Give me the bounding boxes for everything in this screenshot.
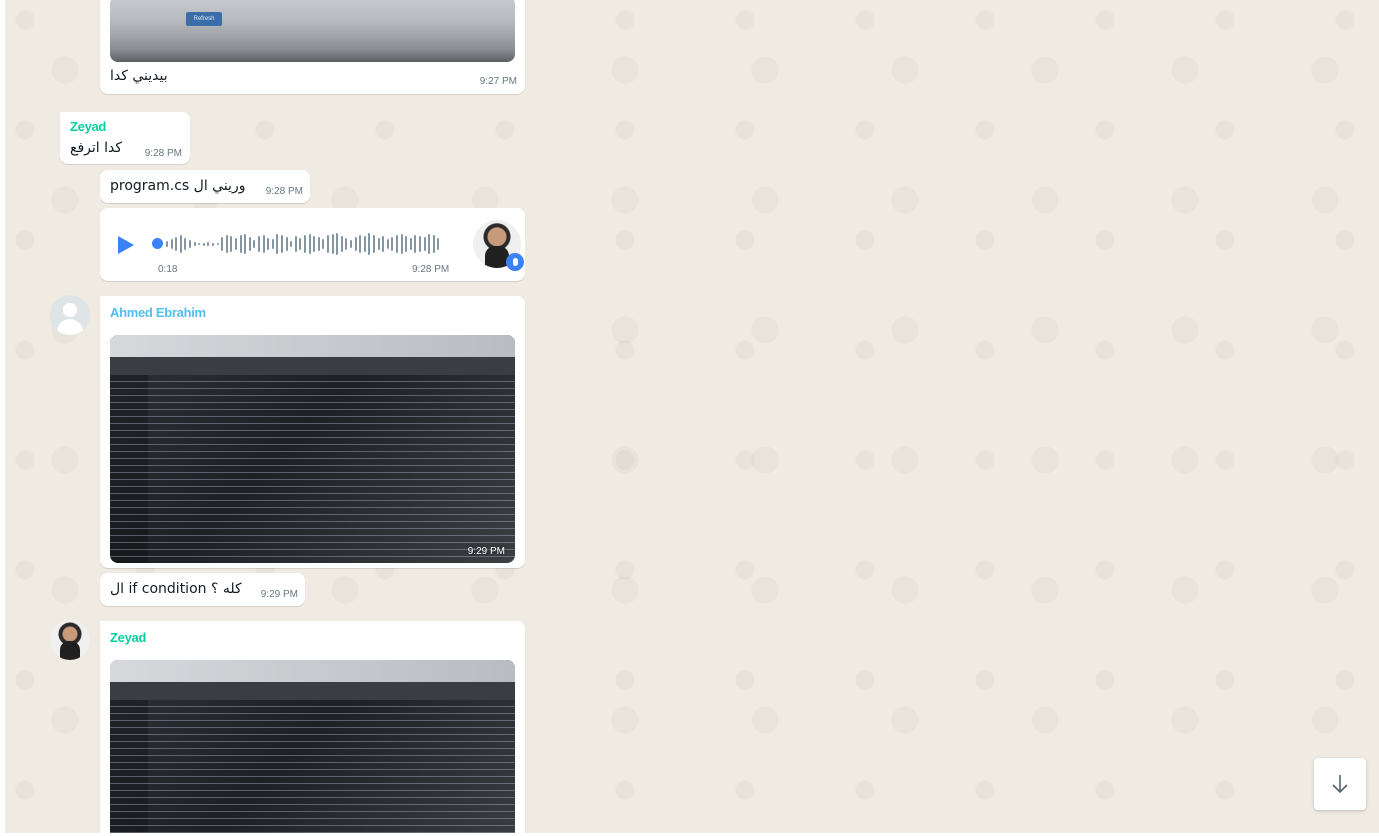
sender-name[interactable]: Zeyad bbox=[110, 630, 146, 645]
waveform-bar bbox=[405, 236, 408, 252]
waveform-bar bbox=[221, 237, 224, 251]
voice-progress-dot[interactable] bbox=[152, 238, 163, 249]
waveform-bar bbox=[386, 239, 389, 249]
waveform-bar bbox=[239, 235, 242, 253]
waveform-bar bbox=[336, 233, 339, 255]
waveform-bar bbox=[368, 233, 371, 255]
refresh-button-in-image: Refresh bbox=[186, 12, 222, 26]
message-bubble-text[interactable]: كله ؟ if condition ال 9:29 PM bbox=[100, 573, 305, 606]
message-time: 9:28 PM bbox=[144, 148, 182, 159]
waveform-bar bbox=[230, 236, 233, 252]
message-bubble-text[interactable]: Zeyad كدا اترفع 9:28 PM bbox=[60, 112, 190, 164]
waveform-bar bbox=[253, 240, 256, 248]
sender-name[interactable]: Zeyad bbox=[70, 119, 106, 134]
waveform-bar bbox=[212, 242, 214, 246]
waveform-bar bbox=[428, 234, 431, 254]
mic-icon bbox=[506, 253, 524, 271]
waveform-bar bbox=[189, 240, 191, 248]
message-bubble-image[interactable]: Ahmed Ebrahim 9:29 PM bbox=[100, 296, 525, 568]
sender-avatar[interactable] bbox=[50, 620, 90, 660]
waveform-bar bbox=[225, 235, 228, 253]
waveform-bar bbox=[198, 243, 201, 245]
waveform-bar bbox=[377, 238, 380, 250]
waveform-bar bbox=[202, 242, 205, 246]
waveform-bar bbox=[207, 242, 210, 246]
waveform-bar bbox=[166, 241, 168, 247]
waveform-bar bbox=[258, 236, 260, 252]
scroll-to-bottom-button[interactable] bbox=[1314, 758, 1366, 810]
message-image[interactable]: 9:29 PM bbox=[110, 335, 515, 563]
waveform-bar bbox=[400, 234, 403, 254]
message-time: 9:27 PM bbox=[479, 76, 517, 87]
message-text: بيديني كدا bbox=[110, 68, 168, 84]
waveform-bar bbox=[216, 243, 219, 245]
waveform-bar bbox=[354, 237, 357, 251]
waveform-bar bbox=[184, 238, 187, 250]
waveform-bar bbox=[382, 236, 385, 252]
waveform-bar bbox=[235, 238, 237, 250]
waveform-bar bbox=[262, 235, 265, 253]
waveform-bar bbox=[345, 238, 348, 250]
waveform-bar bbox=[267, 238, 270, 250]
message-time: 9:29 PM bbox=[467, 546, 505, 557]
waveform-bar bbox=[363, 236, 366, 252]
waveform-bar bbox=[437, 238, 440, 250]
waveform-bar bbox=[317, 237, 320, 251]
waveform-bar bbox=[271, 239, 274, 249]
message-time: 9:29 PM bbox=[260, 589, 298, 600]
message-text: كله ؟ if condition ال bbox=[110, 581, 242, 597]
waveform-bar bbox=[373, 235, 375, 253]
waveform-bar bbox=[248, 237, 251, 251]
waveform-bar bbox=[414, 235, 417, 253]
arrow-down-icon bbox=[1332, 775, 1348, 794]
waveform-bar bbox=[409, 238, 412, 250]
play-icon[interactable] bbox=[118, 236, 134, 254]
waveform-bar bbox=[276, 234, 279, 254]
default-avatar-icon[interactable] bbox=[50, 295, 90, 335]
waveform-bar bbox=[244, 234, 247, 254]
chat-panel[interactable]: Refresh بيديني كدا 9:27 PM Zeyad كدا اتر… bbox=[5, 0, 1379, 833]
waveform-bar bbox=[423, 237, 426, 251]
waveform-bar bbox=[175, 237, 178, 251]
voice-duration: 0:18 bbox=[158, 264, 178, 275]
message-image[interactable] bbox=[110, 660, 515, 833]
waveform-bar bbox=[285, 237, 288, 251]
waveform-bar bbox=[290, 241, 293, 247]
message-time: 9:28 PM bbox=[265, 186, 303, 197]
waveform-bar bbox=[304, 235, 306, 253]
waveform-bar bbox=[331, 234, 334, 254]
message-bubble-image[interactable]: Refresh بيديني كدا 9:27 PM bbox=[100, 0, 525, 94]
sender-name[interactable]: Ahmed Ebrahim bbox=[110, 305, 206, 320]
waveform-bar bbox=[179, 235, 182, 253]
message-text: وريني ال program.cs bbox=[110, 178, 246, 194]
voice-note-bubble[interactable]: 0:18 9:28 PM bbox=[100, 208, 525, 281]
waveform-bar bbox=[313, 236, 316, 252]
waveform-bar bbox=[359, 235, 362, 253]
waveform-bar bbox=[193, 242, 196, 246]
waveform-bar bbox=[299, 238, 302, 250]
waveform-bar bbox=[294, 236, 297, 252]
waveform-bar bbox=[340, 236, 343, 252]
message-image[interactable]: Refresh bbox=[110, 0, 515, 62]
waveform-bar bbox=[350, 240, 352, 248]
waveform-bar bbox=[170, 239, 173, 249]
message-text: كدا اترفع bbox=[70, 140, 123, 156]
waveform-bar bbox=[396, 235, 398, 253]
waveform-bar bbox=[391, 237, 394, 251]
voice-waveform[interactable] bbox=[166, 228, 446, 260]
waveform-bar bbox=[281, 235, 283, 253]
waveform-bar bbox=[432, 235, 435, 253]
waveform-bar bbox=[327, 235, 329, 253]
waveform-bar bbox=[322, 239, 325, 249]
message-bubble-image[interactable]: Zeyad bbox=[100, 621, 525, 833]
waveform-bar bbox=[308, 234, 311, 254]
waveform-bar bbox=[419, 236, 421, 252]
message-bubble-text[interactable]: وريني ال program.cs 9:28 PM bbox=[100, 170, 310, 203]
message-time: 9:28 PM bbox=[412, 264, 450, 275]
